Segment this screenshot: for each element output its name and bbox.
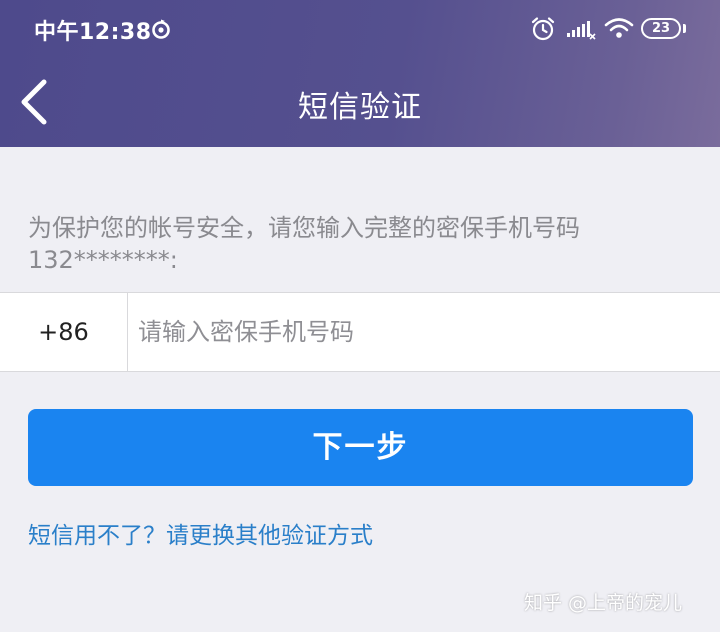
signal-icon — [566, 20, 596, 40]
battery-icon: 23 — [641, 18, 681, 39]
verification-prompt: 为保护您的帐号安全，请您输入完整的密保手机号码 132********: — [28, 212, 708, 276]
status-bar: 中午12:38 23 — [0, 0, 720, 58]
battery-tip — [683, 24, 686, 33]
sync-icon — [150, 18, 172, 40]
battery-level: 23 — [651, 21, 671, 36]
next-step-button[interactable]: 下一步 — [28, 409, 693, 486]
nav-bar: 短信验证 — [0, 58, 720, 147]
watermark: 知乎 @上帝的宠儿 — [524, 592, 683, 614]
status-time: 中午12:38 — [34, 20, 152, 45]
alarm-icon — [530, 16, 556, 42]
country-code-selector[interactable]: +86 — [0, 293, 128, 371]
header: 中午12:38 23 短信验证 — [0, 0, 720, 147]
wifi-icon — [604, 16, 634, 40]
prompt-text: 为保护您的帐号安全，请您输入完整的密保手机号码 — [28, 214, 580, 242]
phone-number-input[interactable] — [138, 293, 708, 371]
alternate-verification-link[interactable]: 短信用不了？请更换其他验证方式 — [28, 516, 373, 550]
phone-entry-row: +86 — [0, 292, 720, 372]
page-title: 短信验证 — [298, 90, 422, 125]
masked-phone-hint: 132********: — [28, 246, 178, 274]
